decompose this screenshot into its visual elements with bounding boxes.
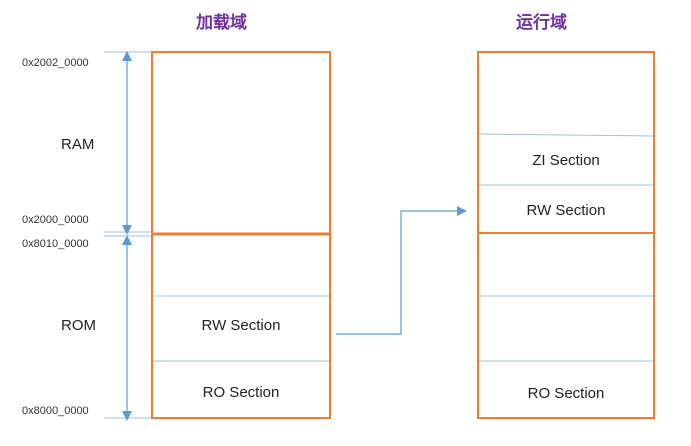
run-rw-section-label: RW Section [526, 202, 606, 219]
ram-label: RAM [61, 136, 95, 153]
run-domain-heading: 运行域 [516, 13, 567, 33]
address-ram-top: 0x2002_0000 [22, 57, 89, 69]
rom-label: ROM [61, 317, 96, 334]
address-rom-top: 0x8010_0000 [22, 238, 89, 250]
load-rw-section-label: RW Section [201, 317, 281, 334]
rw-copy-arrow [336, 206, 467, 335]
address-ram-bottom: 0x2000_0000 [22, 214, 89, 226]
run-domain-box [477, 51, 655, 419]
run-ro-section-label: RO Section [527, 385, 605, 402]
run-zi-section-label: ZI Section [532, 152, 600, 169]
load-domain-heading: 加载域 [196, 13, 247, 33]
load-domain-box [151, 51, 331, 419]
address-rom-bottom: 0x8000_0000 [22, 405, 89, 417]
address-guide-lines [104, 51, 152, 419]
memory-map-diagram [104, 51, 655, 421]
load-ro-section-label: RO Section [202, 384, 280, 401]
